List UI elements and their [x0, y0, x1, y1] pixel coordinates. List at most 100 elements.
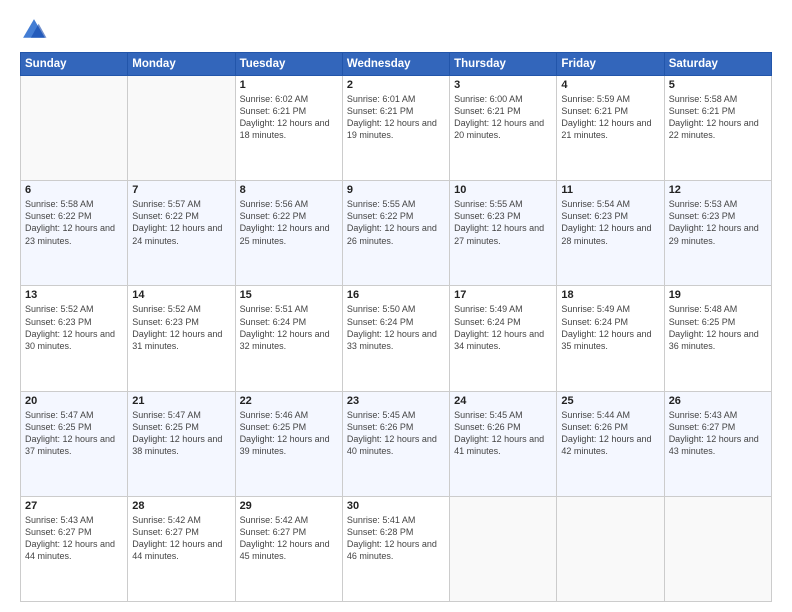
calendar-cell: 1 Sunrise: 6:02 AM Sunset: 6:21 PM Daylig…	[235, 76, 342, 181]
day-number: 11	[561, 184, 659, 196]
day-number: 22	[240, 395, 338, 407]
calendar-cell: 12 Sunrise: 5:53 AM Sunset: 6:23 PM Dayli…	[664, 181, 771, 286]
calendar-cell: 9 Sunrise: 5:55 AM Sunset: 6:22 PM Daylig…	[342, 181, 449, 286]
calendar-cell: 7 Sunrise: 5:57 AM Sunset: 6:22 PM Daylig…	[128, 181, 235, 286]
day-number: 29	[240, 500, 338, 512]
day-number: 14	[132, 289, 230, 301]
day-info: Sunrise: 6:01 AM Sunset: 6:21 PM Dayligh…	[347, 93, 445, 142]
calendar-cell: 30 Sunrise: 5:41 AM Sunset: 6:28 PM Dayli…	[342, 496, 449, 601]
calendar-cell: 22 Sunrise: 5:46 AM Sunset: 6:25 PM Dayli…	[235, 391, 342, 496]
header	[20, 16, 772, 44]
weekday-header-friday: Friday	[557, 53, 664, 76]
day-info: Sunrise: 5:54 AM Sunset: 6:23 PM Dayligh…	[561, 198, 659, 247]
calendar-cell: 20 Sunrise: 5:47 AM Sunset: 6:25 PM Dayli…	[21, 391, 128, 496]
calendar-cell: 27 Sunrise: 5:43 AM Sunset: 6:27 PM Dayli…	[21, 496, 128, 601]
day-number: 23	[347, 395, 445, 407]
page: SundayMondayTuesdayWednesdayThursdayFrid…	[0, 0, 792, 612]
calendar-cell	[557, 496, 664, 601]
day-info: Sunrise: 5:43 AM Sunset: 6:27 PM Dayligh…	[25, 514, 123, 563]
day-number: 6	[25, 184, 123, 196]
day-info: Sunrise: 5:50 AM Sunset: 6:24 PM Dayligh…	[347, 303, 445, 352]
day-number: 1	[240, 79, 338, 91]
day-info: Sunrise: 5:57 AM Sunset: 6:22 PM Dayligh…	[132, 198, 230, 247]
calendar-header-row: SundayMondayTuesdayWednesdayThursdayFrid…	[21, 53, 772, 76]
day-info: Sunrise: 5:51 AM Sunset: 6:24 PM Dayligh…	[240, 303, 338, 352]
calendar-table: SundayMondayTuesdayWednesdayThursdayFrid…	[20, 52, 772, 602]
day-number: 30	[347, 500, 445, 512]
calendar-week-4: 20 Sunrise: 5:47 AM Sunset: 6:25 PM Dayli…	[21, 391, 772, 496]
calendar-week-3: 13 Sunrise: 5:52 AM Sunset: 6:23 PM Dayli…	[21, 286, 772, 391]
day-number: 18	[561, 289, 659, 301]
day-number: 21	[132, 395, 230, 407]
weekday-header-thursday: Thursday	[450, 53, 557, 76]
day-info: Sunrise: 5:55 AM Sunset: 6:22 PM Dayligh…	[347, 198, 445, 247]
calendar-cell: 14 Sunrise: 5:52 AM Sunset: 6:23 PM Dayli…	[128, 286, 235, 391]
day-number: 7	[132, 184, 230, 196]
day-info: Sunrise: 5:53 AM Sunset: 6:23 PM Dayligh…	[669, 198, 767, 247]
calendar-cell: 11 Sunrise: 5:54 AM Sunset: 6:23 PM Dayli…	[557, 181, 664, 286]
calendar-cell: 3Sunrise: 6:00 AM Sunset: 6:21 PM Daylig…	[450, 76, 557, 181]
calendar-cell: 16 Sunrise: 5:50 AM Sunset: 6:24 PM Dayli…	[342, 286, 449, 391]
calendar-week-2: 6 Sunrise: 5:58 AM Sunset: 6:22 PM Daylig…	[21, 181, 772, 286]
logo	[20, 16, 50, 44]
day-number: 27	[25, 500, 123, 512]
day-number: 12	[669, 184, 767, 196]
day-number: 25	[561, 395, 659, 407]
day-info: Sunrise: 5:45 AM Sunset: 6:26 PM Dayligh…	[347, 409, 445, 458]
day-number: 4	[561, 79, 659, 91]
day-info: Sunrise: 6:02 AM Sunset: 6:21 PM Dayligh…	[240, 93, 338, 142]
calendar-week-1: 1 Sunrise: 6:02 AM Sunset: 6:21 PM Daylig…	[21, 76, 772, 181]
weekday-header-saturday: Saturday	[664, 53, 771, 76]
logo-icon	[20, 16, 48, 44]
day-number: 10	[454, 184, 552, 196]
day-number: 9	[347, 184, 445, 196]
day-info: Sunrise: 6:00 AM Sunset: 6:21 PM Dayligh…	[454, 93, 552, 142]
calendar-cell: 17 Sunrise: 5:49 AM Sunset: 6:24 PM Dayli…	[450, 286, 557, 391]
calendar-cell: 23 Sunrise: 5:45 AM Sunset: 6:26 PM Dayli…	[342, 391, 449, 496]
day-info: Sunrise: 5:52 AM Sunset: 6:23 PM Dayligh…	[132, 303, 230, 352]
day-info: Sunrise: 5:43 AM Sunset: 6:27 PM Dayligh…	[669, 409, 767, 458]
day-info: Sunrise: 5:49 AM Sunset: 6:24 PM Dayligh…	[561, 303, 659, 352]
day-number: 8	[240, 184, 338, 196]
day-info: Sunrise: 5:55 AM Sunset: 6:23 PM Dayligh…	[454, 198, 552, 247]
day-number: 2	[347, 79, 445, 91]
day-number: 13	[25, 289, 123, 301]
weekday-header-sunday: Sunday	[21, 53, 128, 76]
calendar-week-5: 27 Sunrise: 5:43 AM Sunset: 6:27 PM Dayli…	[21, 496, 772, 601]
weekday-header-monday: Monday	[128, 53, 235, 76]
calendar-cell: 19Sunrise: 5:48 AM Sunset: 6:25 PM Dayli…	[664, 286, 771, 391]
day-info: Sunrise: 5:42 AM Sunset: 6:27 PM Dayligh…	[240, 514, 338, 563]
day-number: 20	[25, 395, 123, 407]
calendar-cell: 8 Sunrise: 5:56 AM Sunset: 6:22 PM Daylig…	[235, 181, 342, 286]
day-number: 17	[454, 289, 552, 301]
calendar-cell: 2 Sunrise: 6:01 AM Sunset: 6:21 PM Daylig…	[342, 76, 449, 181]
day-info: Sunrise: 5:59 AM Sunset: 6:21 PM Dayligh…	[561, 93, 659, 142]
weekday-header-tuesday: Tuesday	[235, 53, 342, 76]
day-info: Sunrise: 5:41 AM Sunset: 6:28 PM Dayligh…	[347, 514, 445, 563]
calendar-cell	[450, 496, 557, 601]
calendar-cell: 25Sunrise: 5:44 AM Sunset: 6:26 PM Dayli…	[557, 391, 664, 496]
calendar-cell: 28Sunrise: 5:42 AM Sunset: 6:27 PM Dayli…	[128, 496, 235, 601]
day-info: Sunrise: 5:52 AM Sunset: 6:23 PM Dayligh…	[25, 303, 123, 352]
day-info: Sunrise: 5:46 AM Sunset: 6:25 PM Dayligh…	[240, 409, 338, 458]
day-info: Sunrise: 5:47 AM Sunset: 6:25 PM Dayligh…	[132, 409, 230, 458]
calendar-cell: 21 Sunrise: 5:47 AM Sunset: 6:25 PM Dayli…	[128, 391, 235, 496]
day-number: 15	[240, 289, 338, 301]
day-info: Sunrise: 5:56 AM Sunset: 6:22 PM Dayligh…	[240, 198, 338, 247]
day-number: 19	[669, 289, 767, 301]
calendar-cell: 29 Sunrise: 5:42 AM Sunset: 6:27 PM Dayli…	[235, 496, 342, 601]
calendar-cell: 4 Sunrise: 5:59 AM Sunset: 6:21 PM Daylig…	[557, 76, 664, 181]
calendar-cell: 10 Sunrise: 5:55 AM Sunset: 6:23 PM Dayli…	[450, 181, 557, 286]
calendar-cell: 6 Sunrise: 5:58 AM Sunset: 6:22 PM Daylig…	[21, 181, 128, 286]
day-info: Sunrise: 5:58 AM Sunset: 6:21 PM Dayligh…	[669, 93, 767, 142]
day-info: Sunrise: 5:49 AM Sunset: 6:24 PM Dayligh…	[454, 303, 552, 352]
day-info: Sunrise: 5:47 AM Sunset: 6:25 PM Dayligh…	[25, 409, 123, 458]
weekday-header-wednesday: Wednesday	[342, 53, 449, 76]
calendar-cell	[21, 76, 128, 181]
day-info: Sunrise: 5:45 AM Sunset: 6:26 PM Dayligh…	[454, 409, 552, 458]
day-number: 16	[347, 289, 445, 301]
calendar-cell: 15 Sunrise: 5:51 AM Sunset: 6:24 PM Dayli…	[235, 286, 342, 391]
day-info: Sunrise: 5:58 AM Sunset: 6:22 PM Dayligh…	[25, 198, 123, 247]
calendar-cell: 13 Sunrise: 5:52 AM Sunset: 6:23 PM Dayli…	[21, 286, 128, 391]
calendar-cell	[664, 496, 771, 601]
